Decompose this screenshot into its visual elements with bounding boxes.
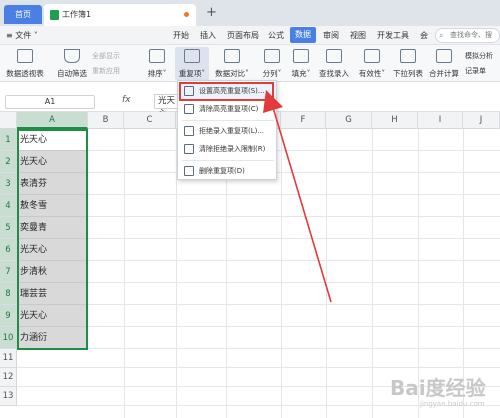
watermark-url: jingyan.baidu.com [420,400,485,408]
annotation-arrow [263,90,332,303]
watermark-logo: Bai度经验 [390,376,486,400]
arrow-head [263,90,283,113]
arrow-shaft [271,103,332,303]
